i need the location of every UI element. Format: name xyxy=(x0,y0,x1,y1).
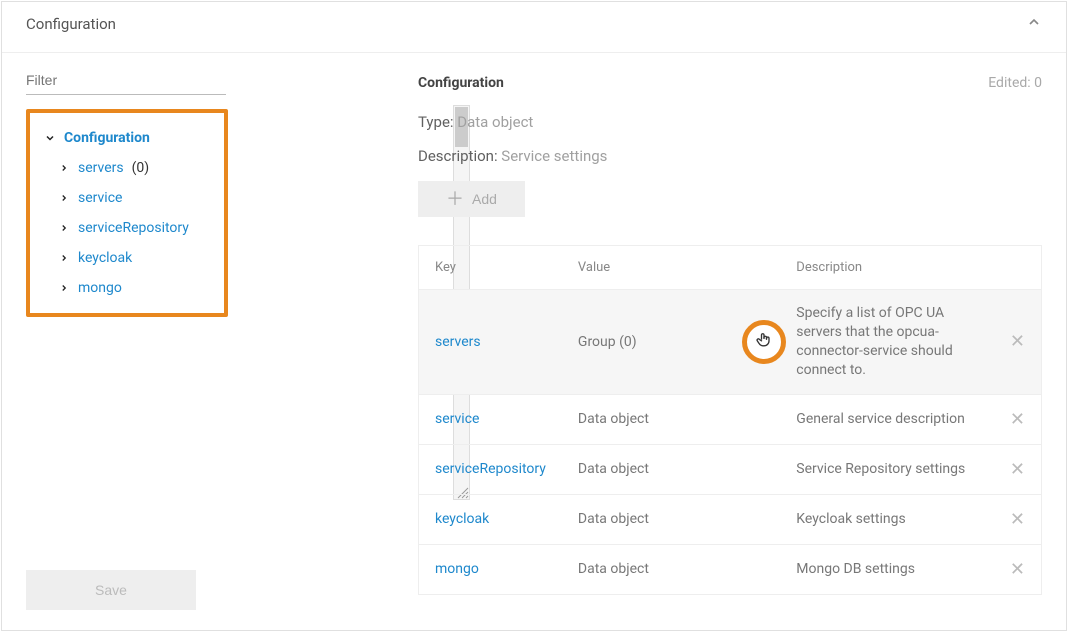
table-row[interactable]: mongo Data objectMongo DB settings ✕ xyxy=(419,544,1042,594)
tree-root-configuration[interactable]: Configuration xyxy=(38,123,218,153)
chevron-down-icon[interactable] xyxy=(44,132,56,144)
close-icon[interactable]: ✕ xyxy=(1010,509,1025,530)
table-row[interactable]: serviceRepository Data objectService Repo… xyxy=(419,444,1042,494)
table-row[interactable]: servers Group (0)Specify a list of OPC UA… xyxy=(419,290,1042,395)
tree-item-service[interactable]: service xyxy=(38,183,218,213)
tree-item-serviceRepository[interactable]: serviceRepository xyxy=(38,213,218,243)
add-label: Add xyxy=(472,191,497,207)
collapse-icon[interactable] xyxy=(1026,14,1042,34)
left-column: Configuration servers (0) service serviceR… xyxy=(2,53,362,630)
key-link[interactable]: servers xyxy=(435,334,481,350)
pointer-icon xyxy=(754,329,774,355)
edited-count: Edited: 0 xyxy=(988,75,1042,91)
type-value: Data object xyxy=(457,113,533,131)
tree-item-label: mongo xyxy=(78,280,122,296)
type-label: Type xyxy=(418,113,450,131)
description-cell: Mongo DB settings xyxy=(780,544,994,594)
filter-field xyxy=(26,71,352,95)
save-button[interactable]: Save xyxy=(26,570,196,610)
tree-highlight-box: Configuration servers (0) service serviceR… xyxy=(26,109,228,317)
tree-item-keycloak[interactable]: keycloak xyxy=(38,243,218,273)
right-column: Configuration Edited: 0 Type: Data objec… xyxy=(362,53,1066,630)
tree-item-label: keycloak xyxy=(78,250,132,266)
th-value: Value xyxy=(562,246,780,290)
key-link[interactable]: mongo xyxy=(435,561,479,577)
tree-item-label: service xyxy=(78,190,122,206)
value-cell: Data object xyxy=(562,444,780,494)
filter-input[interactable] xyxy=(26,69,226,95)
description-label: Description xyxy=(418,147,494,165)
value-cell: Data object xyxy=(562,394,780,444)
detail-title: Configuration xyxy=(418,75,504,91)
configuration-panel: Configuration Configuration servers (0)s… xyxy=(1,1,1067,631)
description-cell: Service Repository settings xyxy=(780,444,994,494)
tree-item-label: serviceRepository xyxy=(78,220,189,236)
plus-icon: ＋ xyxy=(446,192,464,206)
add-button[interactable]: ＋ Add xyxy=(418,181,525,217)
chevron-right-icon[interactable] xyxy=(58,253,70,263)
tree-item-servers[interactable]: servers (0) xyxy=(38,153,218,183)
description-cell: General service description xyxy=(780,394,994,444)
chevron-right-icon[interactable] xyxy=(58,223,70,233)
panel-header: Configuration xyxy=(2,2,1066,53)
table-row[interactable]: keycloak Data objectKeycloak settings ✕ xyxy=(419,494,1042,544)
description-cell: Keycloak settings xyxy=(780,494,994,544)
properties-table: Key Value Description servers Group (0)Sp… xyxy=(418,245,1042,595)
key-link[interactable]: service xyxy=(435,411,479,427)
value-cell: Data object xyxy=(562,544,780,594)
key-link[interactable]: serviceRepository xyxy=(435,461,546,477)
key-link[interactable]: keycloak xyxy=(435,511,489,527)
th-key: Key xyxy=(419,246,562,290)
value-cell: Data object xyxy=(562,494,780,544)
chevron-right-icon[interactable] xyxy=(58,283,70,293)
description-value: Service settings xyxy=(501,147,607,165)
tree-item-count: (0) xyxy=(132,160,150,176)
close-icon[interactable]: ✕ xyxy=(1010,459,1025,480)
tree-item-mongo[interactable]: mongo xyxy=(38,273,218,303)
value-cell: Group (0) xyxy=(562,290,780,395)
close-icon[interactable]: ✕ xyxy=(1010,331,1025,352)
description-row: Description: Service settings xyxy=(418,147,1042,165)
th-description: Description xyxy=(780,246,994,290)
tree-item-label: servers xyxy=(78,160,124,176)
table-row[interactable]: service Data objectGeneral service descri… xyxy=(419,394,1042,444)
tree-root-label: Configuration xyxy=(64,130,150,146)
cursor-highlight-icon xyxy=(742,320,786,364)
chevron-right-icon[interactable] xyxy=(58,163,70,173)
close-icon[interactable]: ✕ xyxy=(1010,409,1025,430)
chevron-right-icon[interactable] xyxy=(58,193,70,203)
close-icon[interactable]: ✕ xyxy=(1010,559,1025,580)
description-cell: Specify a list of OPC UA servers that th… xyxy=(780,290,994,395)
type-row: Type: Data object xyxy=(418,113,1042,131)
panel-title: Configuration xyxy=(26,15,116,33)
